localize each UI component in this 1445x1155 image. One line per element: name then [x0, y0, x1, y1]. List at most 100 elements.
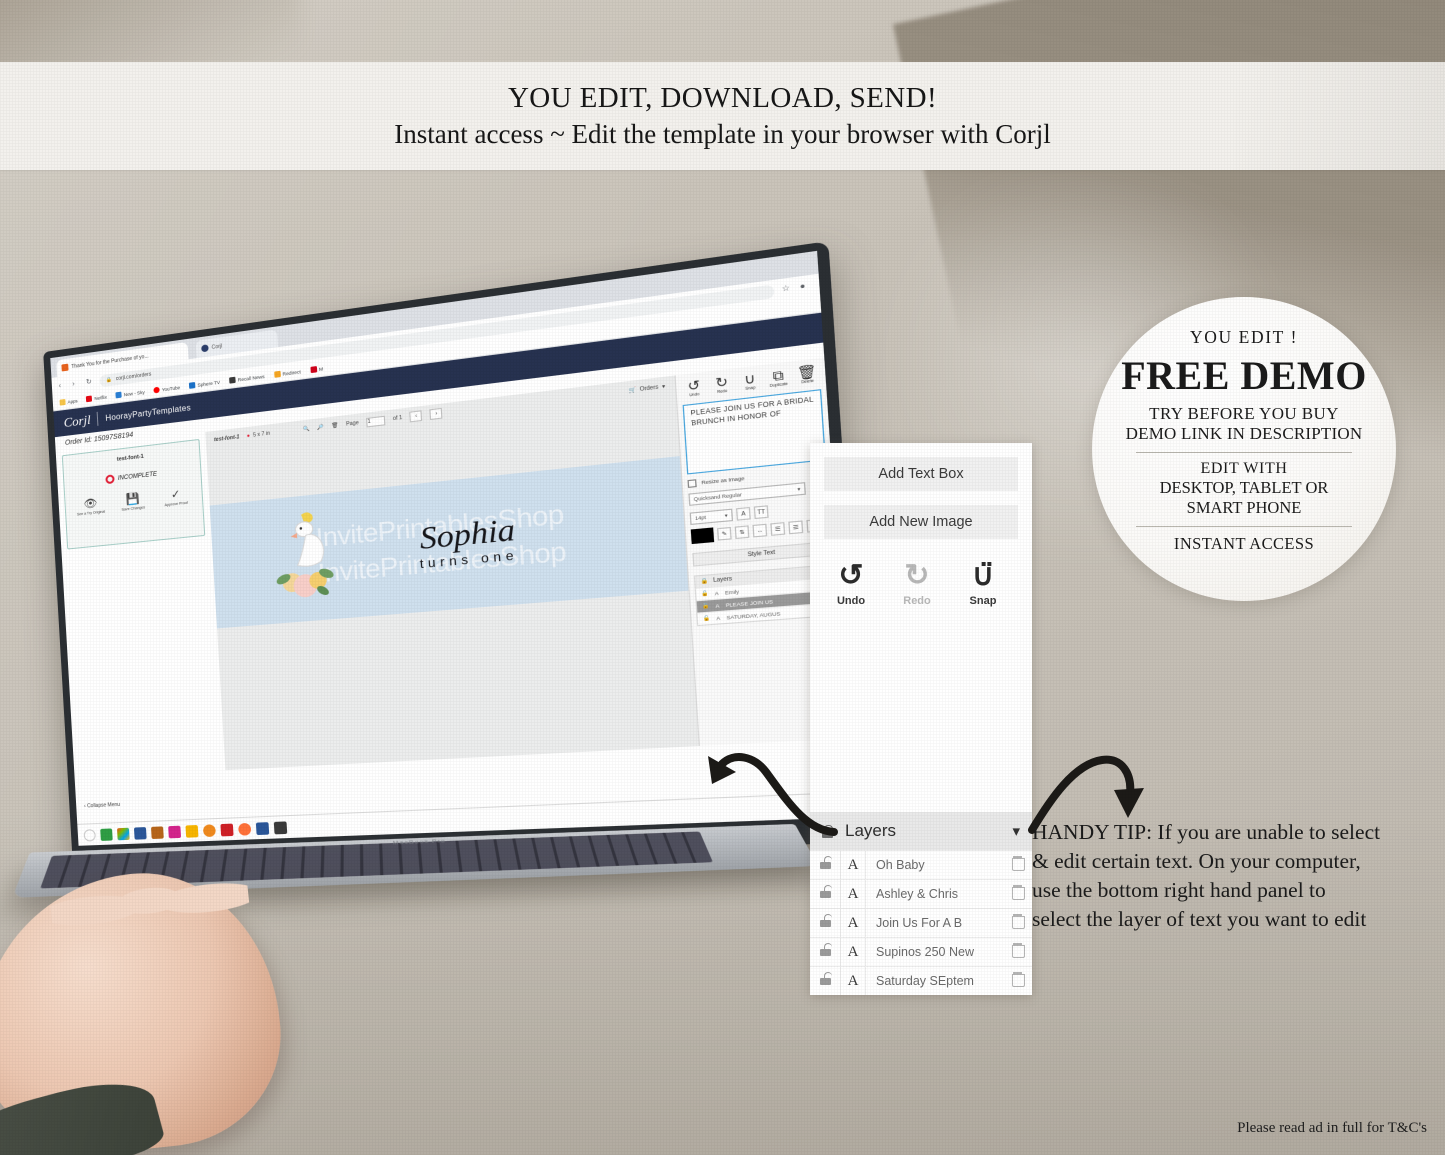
text-case-icon[interactable]: TT	[754, 505, 769, 519]
unsaved-indicator-icon: ●	[247, 433, 251, 440]
bookmark-item[interactable]: Apps	[60, 397, 78, 405]
start-icon[interactable]	[83, 829, 95, 841]
text-A-icon: A	[840, 938, 866, 966]
table-row[interactable]: A Join Us For A B	[810, 908, 1032, 937]
trash-icon[interactable]	[1002, 972, 1032, 990]
hand-photo	[0, 860, 292, 1155]
proof-actions: 👁 See a Try Original 💾 Save Changes ✓ Appro…	[69, 487, 198, 517]
prev-page-button[interactable]: ‹	[410, 410, 423, 422]
artwork-preview[interactable]: InvitePrintablesShop InvitePrintablesSho…	[210, 456, 689, 628]
text-A-icon: A	[716, 615, 720, 621]
zoom-out-icon[interactable]: 🔎	[317, 424, 324, 431]
line-height-icon[interactable]: ⇅	[735, 525, 750, 539]
bookmark-item[interactable]: YouTube	[154, 384, 181, 394]
lock-open-icon[interactable]	[810, 943, 840, 961]
arrow-pointing-to-laptop-icon	[688, 742, 838, 837]
bookmark-label: Redirect	[282, 369, 301, 377]
bookmark-item[interactable]: Recall News	[229, 373, 264, 384]
text-A-icon: A	[715, 602, 719, 608]
collapse-label: Collapse Menu	[87, 802, 120, 810]
header-divider	[97, 412, 99, 426]
snap-button[interactable]: ∪̈ Snap	[964, 561, 1002, 609]
folder-icon[interactable]	[185, 824, 198, 837]
back-icon[interactable]: ‹	[59, 381, 67, 390]
text-color-swatch[interactable]	[691, 527, 714, 544]
corjl-logo[interactable]: Corjl	[63, 412, 91, 431]
lock-open-icon[interactable]	[810, 885, 840, 903]
mail-icon[interactable]	[274, 821, 287, 834]
trash-icon[interactable]	[1002, 943, 1032, 961]
duplicate-button[interactable]: ⧉ Duplicate	[765, 367, 792, 388]
profile-icon[interactable]: ●	[800, 281, 811, 292]
undo-label: Undo	[837, 595, 865, 607]
acrobat-icon[interactable]	[220, 823, 233, 836]
save-changes-button[interactable]: 💾 Save Changes	[113, 492, 154, 512]
chevron-down-icon[interactable]: ▾	[1012, 822, 1020, 840]
zoom-in-icon[interactable]: 🔍	[303, 426, 310, 433]
lock-open-icon[interactable]	[810, 914, 840, 932]
orders-button[interactable]: 🛒 Orders ▾	[628, 383, 665, 394]
next-page-button[interactable]: ›	[430, 408, 443, 420]
reload-icon[interactable]: ↻	[86, 378, 94, 387]
undo-button[interactable]: ↺ Undo	[832, 561, 870, 609]
table-row[interactable]: A Saturday SEptem	[810, 966, 1032, 995]
align-center-icon[interactable]: ☰	[788, 520, 803, 534]
see-original-button[interactable]: 👁 See a Try Original	[71, 497, 111, 517]
layers-header[interactable]: Layers ▾	[810, 812, 1032, 850]
font-size-select[interactable]: 14pt ▾	[690, 509, 733, 525]
app-icon[interactable]	[168, 825, 181, 838]
table-row[interactable]: A Supinos 250 New	[810, 937, 1032, 966]
table-row[interactable]: A Ashley & Chris	[810, 879, 1032, 908]
snap-button[interactable]: ∪ Snap	[737, 371, 764, 392]
delete-page-icon[interactable]: 🗑	[331, 422, 338, 429]
app-icon[interactable]	[203, 824, 216, 837]
bookmark-item[interactable]: Sphere TV	[189, 379, 220, 389]
bookmark-item[interactable]: M	[310, 365, 323, 373]
lock-open-icon[interactable]	[810, 972, 840, 990]
explorer-icon[interactable]	[100, 828, 113, 841]
save-icon: 💾	[113, 492, 154, 507]
redo-icon: ↻	[898, 561, 936, 591]
panel-tool-row: ↺ Undo ↻ Redo ∪̈ Snap	[810, 539, 1032, 609]
collapse-menu-button[interactable]: ‹ Collapse Menu	[76, 794, 228, 813]
lock-open-icon[interactable]	[810, 856, 840, 874]
lock-icon: 🔒	[700, 578, 708, 585]
bold-icon[interactable]: A	[736, 507, 751, 521]
star-icon[interactable]: ☆	[782, 284, 793, 294]
firefox-icon[interactable]	[238, 822, 251, 835]
editor-layer-name: SATURDAY, AUGUS	[726, 608, 815, 620]
delete-button[interactable]: 🗑 Delete	[793, 364, 820, 385]
trash-icon[interactable]	[1002, 856, 1032, 874]
bookmark-item[interactable]: Netflix	[86, 394, 107, 403]
favicon-icon	[61, 364, 68, 372]
approve-proof-button[interactable]: ✓ Approve Proof	[155, 488, 197, 509]
badge-divider	[1136, 452, 1352, 453]
redo-button[interactable]: ↻ Redo	[898, 561, 936, 609]
page-number-input[interactable]: 1	[366, 415, 385, 427]
bookmark-item[interactable]: New - Sky	[116, 389, 145, 399]
forward-icon[interactable]: ›	[72, 380, 80, 389]
word-icon[interactable]	[134, 827, 147, 840]
chrome-icon[interactable]	[117, 827, 130, 840]
bookmark-item[interactable]: Redirect	[274, 368, 301, 378]
add-text-box-button[interactable]: Add Text Box	[824, 457, 1018, 491]
redo-button[interactable]: ↻ Redo	[709, 374, 735, 395]
bookmark-label: M	[319, 366, 323, 372]
outlook-icon[interactable]	[256, 822, 269, 835]
app-icon[interactable]	[151, 826, 164, 839]
trash-icon[interactable]	[1002, 914, 1032, 932]
shop-name: HoorayPartyTemplates	[105, 403, 191, 423]
text-editor-textarea[interactable]: PLEASE JOIN US FOR A BRIDAL BRUNCH IN HO…	[683, 389, 826, 474]
trash-icon[interactable]	[1002, 885, 1032, 903]
proof-card[interactable]: test-font-1 INCOMPLETE 👁 See a Try Origin…	[62, 439, 205, 550]
add-new-image-button[interactable]: Add New Image	[824, 505, 1018, 539]
eyedropper-icon[interactable]: ✎	[717, 527, 732, 541]
font-value: Quicksand Regular	[694, 492, 742, 502]
proof-title: test-font-1	[67, 448, 195, 469]
align-left-icon[interactable]: ☰	[770, 522, 785, 536]
table-row[interactable]: A Oh Baby	[810, 850, 1032, 879]
undo-button[interactable]: ↺ Undo	[681, 377, 707, 398]
letter-spacing-icon[interactable]: ↔	[752, 524, 767, 538]
layer-name: Saturday SEptem	[866, 974, 1002, 988]
badge-instant-access: INSTANT ACCESS	[1174, 534, 1314, 554]
